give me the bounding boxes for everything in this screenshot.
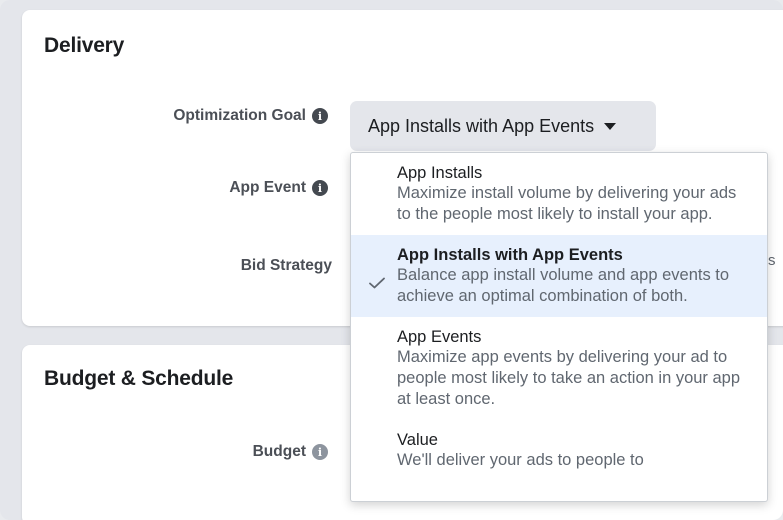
option-title: App Installs <box>397 164 483 182</box>
optimization-goal-menu: App Installs Maximize install volume by … <box>350 152 768 502</box>
info-icon[interactable]: i <box>312 444 328 460</box>
app-frame: Delivery Optimization Goal i App Install… <box>0 0 783 520</box>
budget-schedule-title: Budget & Schedule <box>44 367 234 390</box>
menu-option-app-installs[interactable]: App Installs Maximize install volume by … <box>351 153 767 235</box>
budget-label: Budget i <box>150 442 328 462</box>
option-description: Balance app install volume and app event… <box>397 266 730 305</box>
checkmark-icon <box>369 277 385 289</box>
menu-option-app-installs-with-app-events[interactable]: App Installs with App Events Balance app… <box>351 235 767 317</box>
option-description: We'll deliver your ads to people to <box>397 451 644 469</box>
bid-strategy-label: Bid Strategy <box>150 256 332 276</box>
budget-label-text: Budget <box>252 443 306 460</box>
app-event-label-text: App Event <box>229 179 306 196</box>
option-description: Maximize app events by delivering your a… <box>397 348 741 408</box>
option-description: Maximize install volume by delivering yo… <box>397 184 737 223</box>
optimization-goal-dropdown[interactable]: App Installs with App Events <box>350 101 656 151</box>
info-icon[interactable]: i <box>312 180 328 196</box>
dropdown-selected-value: App Installs with App Events <box>368 115 595 136</box>
option-title: App Events <box>397 328 482 346</box>
option-title: App Installs with App Events <box>397 246 623 264</box>
delivery-title: Delivery <box>44 34 125 57</box>
optimization-goal-label: Optimization Goal i <box>150 106 328 126</box>
optimization-goal-label-text: Optimization Goal <box>173 107 306 124</box>
app-event-label: App Event i <box>150 178 328 198</box>
option-title: Value <box>397 431 438 449</box>
info-icon[interactable]: i <box>312 108 328 124</box>
menu-option-app-events[interactable]: App Events Maximize app events by delive… <box>351 317 767 420</box>
caret-down-icon <box>604 122 617 130</box>
clipped-text: s <box>768 252 776 269</box>
menu-option-value[interactable]: Value We'll deliver your ads to people t… <box>351 420 767 481</box>
bid-strategy-label-text: Bid Strategy <box>240 257 332 274</box>
